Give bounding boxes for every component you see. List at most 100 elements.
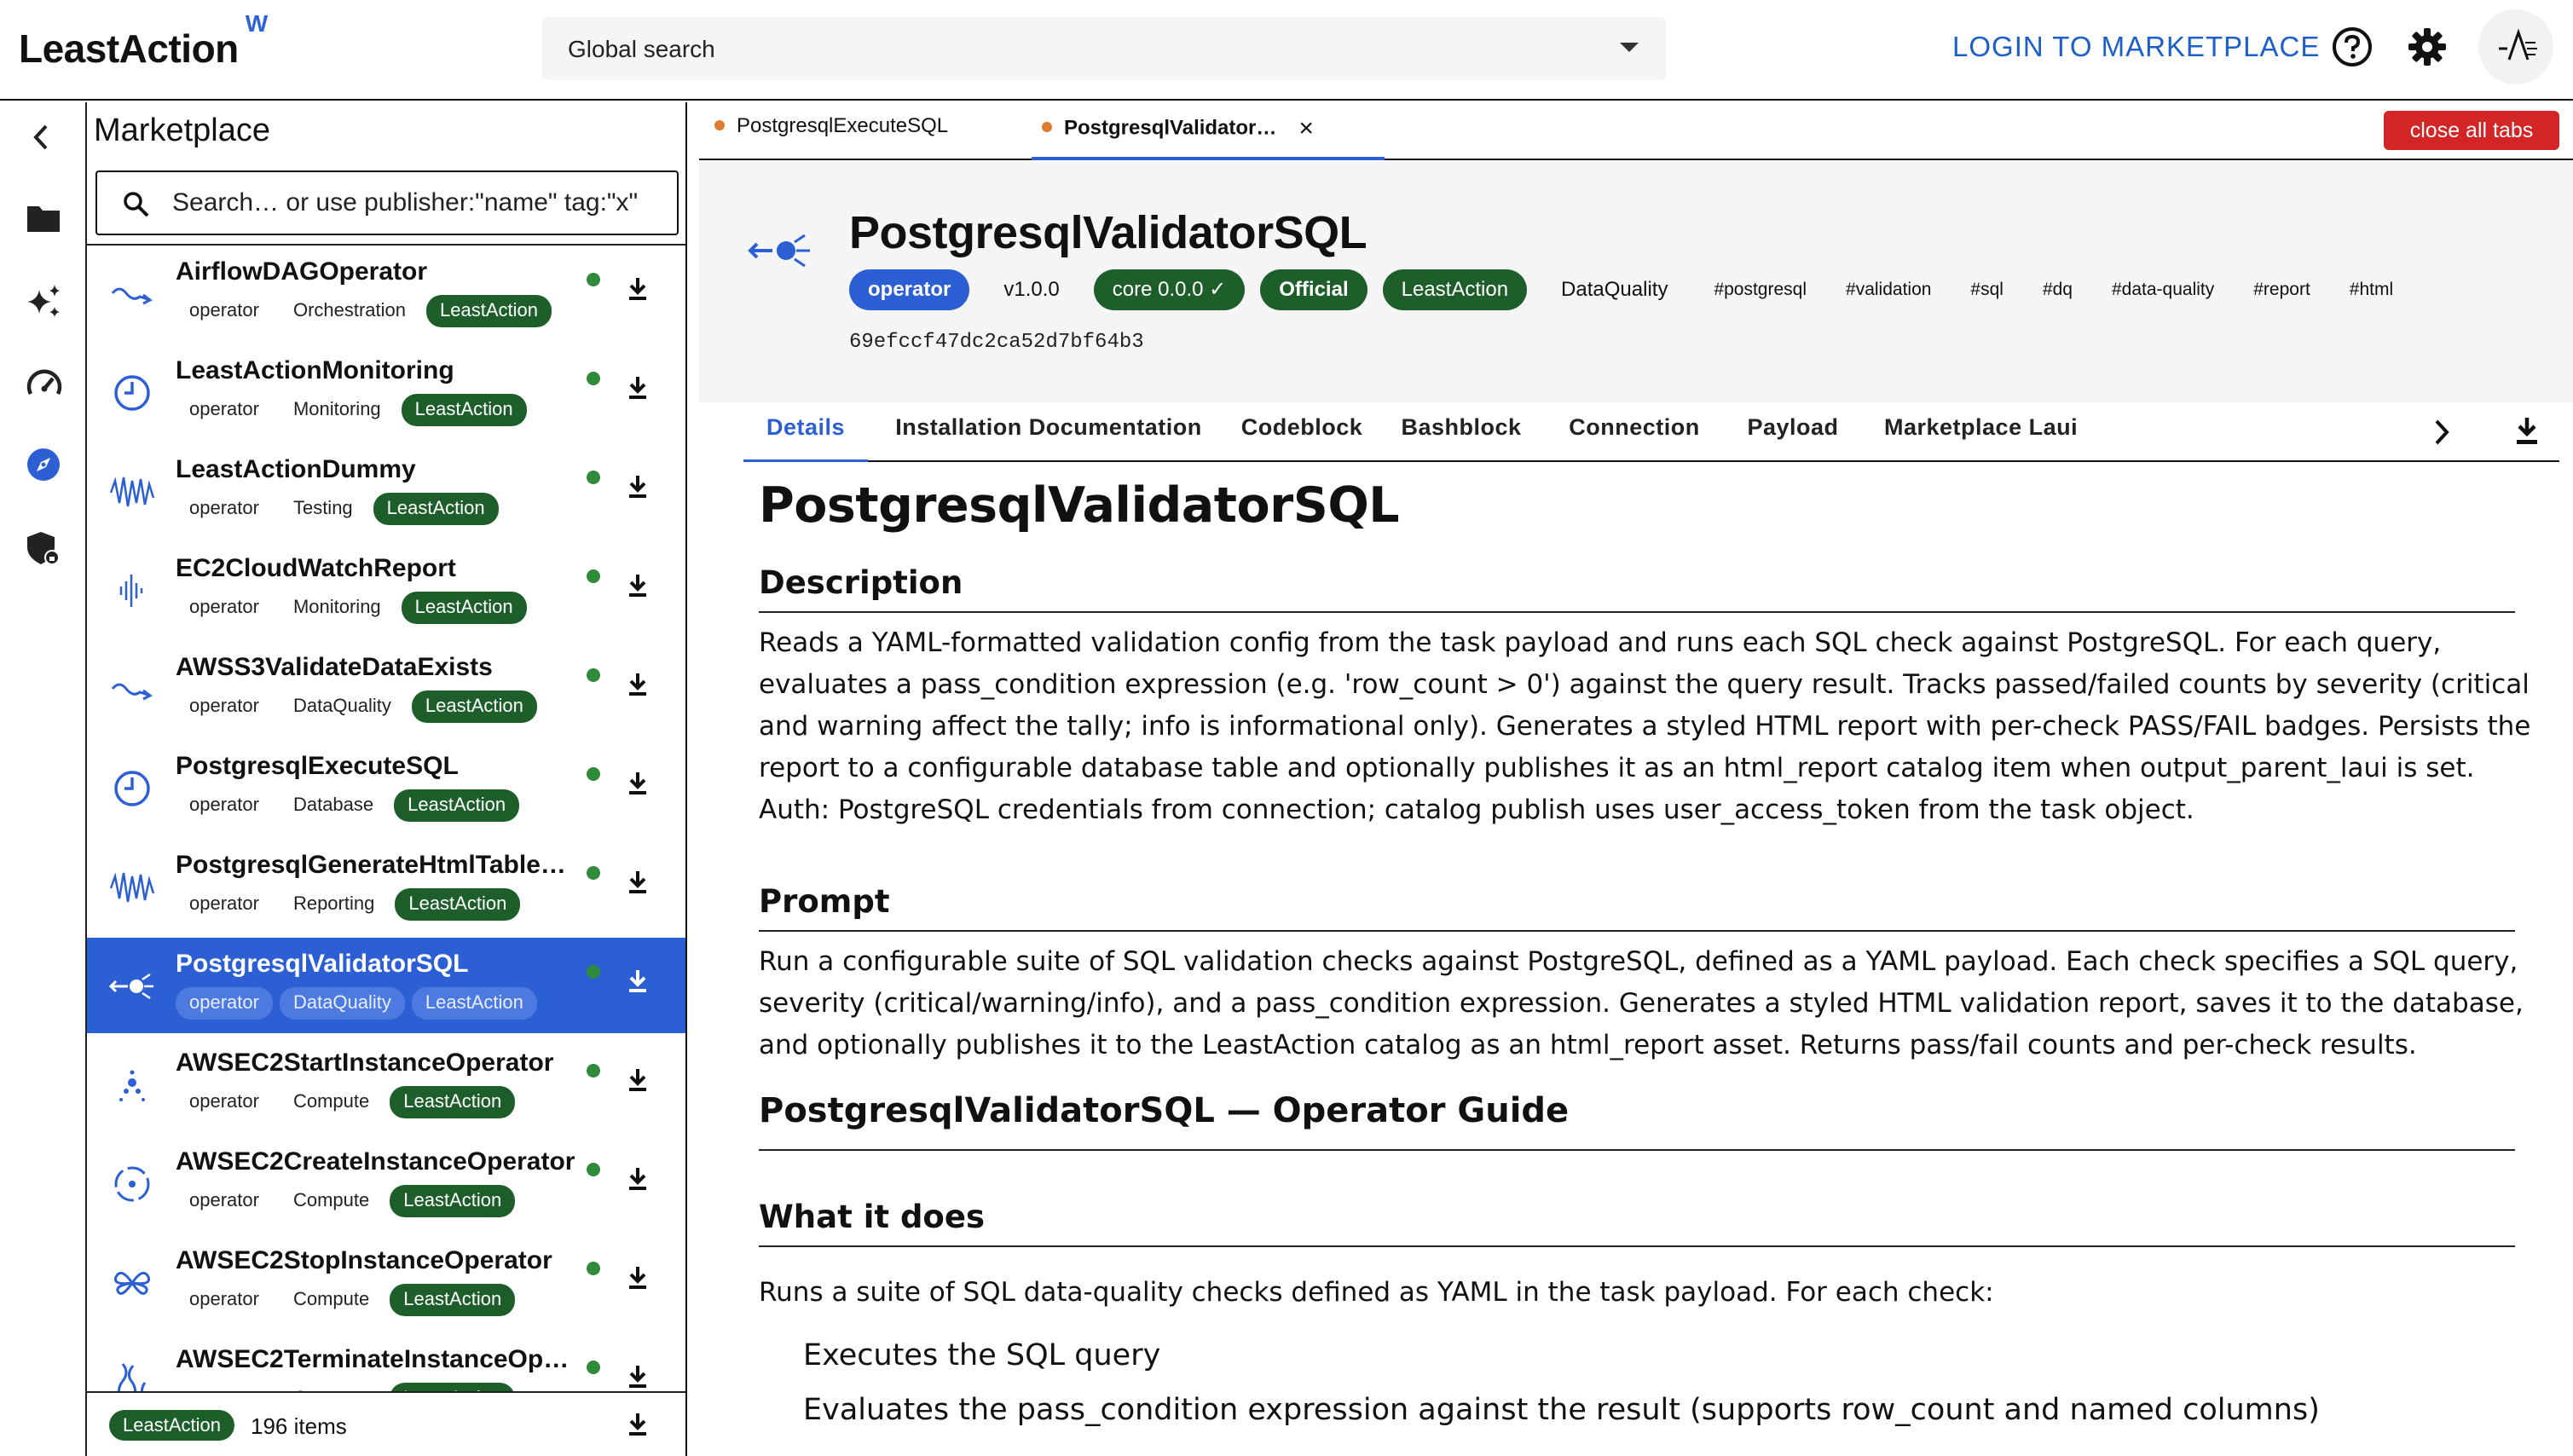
login-link[interactable]: LOGIN TO MARKETPLACE	[1952, 31, 2320, 63]
chevron-right-icon[interactable]	[2431, 418, 2452, 447]
item-category-tag[interactable]: Compute	[280, 1185, 383, 1217]
prompt-text: Run a configurable suite of SQL validati…	[759, 941, 2541, 1066]
list-item[interactable]: AirflowDAGOperator operator Orchestration L…	[87, 246, 685, 341]
item-publisher-tag[interactable]: LeastAction	[411, 987, 537, 1020]
sparkle-icon[interactable]	[26, 283, 63, 321]
item-category-tag[interactable]: Testing	[280, 493, 367, 525]
item-category-tag[interactable]: DataQuality	[279, 987, 405, 1020]
download-icon[interactable]	[627, 375, 648, 401]
list-item[interactable]: LeastActionDummy operator Testing LeastActi…	[87, 443, 685, 539]
speedometer-icon[interactable]	[26, 367, 63, 401]
tab-bashblock[interactable]: Bashblock	[1376, 414, 1547, 462]
download-icon[interactable]	[627, 1067, 648, 1093]
hashtag-badge[interactable]: #report	[2241, 269, 2322, 310]
list-item[interactable]: LeastActionMonitoring operator Monitoring L…	[87, 344, 685, 440]
main-panel: PostgresqlExecuteSQL PostgresqlValidator…	[699, 102, 2573, 1456]
tab-installation-documentation[interactable]: Installation Documentation	[870, 414, 1228, 462]
tab-codeblock[interactable]: Codeblock	[1229, 414, 1374, 462]
hashtag-badge[interactable]: #sql	[1958, 269, 2015, 310]
item-type-tag[interactable]: operator	[176, 789, 273, 822]
download-icon[interactable]	[627, 771, 648, 796]
help-icon[interactable]	[2331, 26, 2374, 68]
list-item[interactable]: EC2CloudWatchReport operator Monitoring Lea…	[87, 542, 685, 638]
download-icon[interactable]	[627, 474, 648, 500]
hashtag-badge[interactable]: #dq	[2031, 269, 2084, 310]
category-badge[interactable]: DataQuality	[1542, 269, 1686, 310]
list-item[interactable]: AWSEC2StartInstanceOperator operator Compu…	[87, 1037, 685, 1132]
item-type-tag[interactable]: operator	[176, 690, 273, 723]
item-category-tag[interactable]: Orchestration	[280, 295, 419, 327]
item-publisher-tag[interactable]: LeastAction	[411, 690, 537, 723]
global-search[interactable]: Global search	[542, 17, 1666, 80]
compass-icon[interactable]	[26, 447, 61, 482]
list-item[interactable]: AWSEC2CreateInstanceOperator operator Comp…	[87, 1135, 685, 1231]
list-item[interactable]: AWSS3ValidateDataExists operator DataQuali…	[87, 641, 685, 737]
download-icon[interactable]	[627, 870, 648, 895]
download-icon[interactable]	[627, 672, 648, 697]
item-type-tag[interactable]: operator	[176, 987, 273, 1020]
item-type-tag[interactable]: operator	[176, 1284, 273, 1316]
item-type-tag[interactable]: operator	[176, 1185, 273, 1217]
item-type-tag[interactable]: operator	[176, 295, 273, 327]
item-publisher-tag[interactable]: LeastAction	[390, 1185, 516, 1217]
item-type-tag[interactable]: operator	[176, 394, 273, 426]
hashtag-badge[interactable]: #postgresql	[1702, 269, 1818, 310]
download-icon[interactable]	[627, 968, 648, 994]
tab-details[interactable]: Details	[743, 414, 868, 462]
download-icon[interactable]	[2515, 416, 2539, 445]
item-category-tag[interactable]: Monitoring	[280, 394, 395, 426]
item-type-tag[interactable]: operator	[176, 888, 273, 921]
publisher-badge[interactable]: LeastAction	[1382, 269, 1528, 310]
item-publisher-tag[interactable]: LeastAction	[401, 592, 527, 624]
download-icon[interactable]	[627, 1166, 648, 1192]
tab-marketplace-laui[interactable]: Marketplace Laui	[1865, 414, 2087, 462]
marketplace-search-input[interactable]	[172, 184, 650, 222]
item-publisher-tag[interactable]: LeastAction	[390, 1086, 516, 1118]
hashtag-badge[interactable]: #data-quality	[2100, 269, 2226, 310]
download-icon[interactable]	[627, 1364, 648, 1390]
list-item[interactable]: PostgresqlGenerateHtmlTableReport operato…	[87, 839, 685, 934]
collapse-chevron-icon[interactable]	[29, 123, 53, 152]
item-name: AWSS3ValidateDataExists	[176, 653, 493, 681]
item-type-tag[interactable]: operator	[176, 493, 273, 525]
list-item[interactable]: PostgresqlValidatorSQL operator DataQualit…	[87, 938, 685, 1033]
hashtag-badge[interactable]: #validation	[1834, 269, 1943, 310]
text-line: and optionally publishes it to the Least…	[759, 1030, 2417, 1060]
marketplace-search[interactable]	[95, 170, 679, 235]
folder-icon[interactable]	[26, 203, 61, 234]
list-item[interactable]: PostgresqlExecuteSQL operator Database Leas…	[87, 740, 685, 835]
close-tab-icon[interactable]: ×	[1298, 114, 1314, 142]
app-logo[interactable]: LeastActionW	[19, 10, 268, 72]
hashtag-badge[interactable]: #html	[2338, 269, 2405, 310]
download-all-icon[interactable]	[627, 1412, 648, 1437]
download-icon[interactable]	[627, 1265, 648, 1291]
item-category-tag[interactable]: Reporting	[280, 888, 388, 921]
download-icon[interactable]	[627, 276, 648, 302]
download-icon[interactable]	[627, 573, 648, 598]
gear-icon[interactable]	[2406, 26, 2449, 68]
item-category-tag[interactable]: Compute	[280, 1086, 383, 1118]
user-avatar-icon[interactable]	[2478, 9, 2554, 85]
file-tab-postgresql-validator[interactable]: PostgresqlValidator… ×	[1032, 114, 1385, 160]
item-publisher-tag[interactable]: LeastAction	[401, 394, 527, 426]
item-type-tag[interactable]: operator	[176, 1086, 273, 1118]
file-tab-postgresql-execute[interactable]: PostgresqlExecuteSQL	[714, 114, 1011, 160]
item-publisher-tag[interactable]: LeastAction	[390, 1284, 516, 1316]
item-type-tag[interactable]: operator	[176, 592, 273, 624]
close-all-tabs-button[interactable]: close all tabs	[2384, 111, 2559, 150]
tab-payload[interactable]: Payload	[1722, 414, 1864, 462]
footer-publisher-badge[interactable]: LeastAction	[109, 1410, 234, 1441]
item-publisher-tag[interactable]: LeastAction	[394, 789, 520, 822]
item-category-tag[interactable]: Database	[280, 789, 387, 822]
item-category-tag[interactable]: DataQuality	[280, 690, 405, 723]
item-publisher-tag[interactable]: LeastAction	[426, 295, 552, 327]
item-category-tag[interactable]: Monitoring	[280, 592, 395, 624]
tab-connection[interactable]: Connection	[1548, 414, 1720, 462]
item-category-tag[interactable]: Compute	[280, 1284, 383, 1316]
type-badge[interactable]: operator	[849, 269, 970, 310]
chevron-down-icon[interactable]	[1618, 41, 1640, 55]
item-publisher-tag[interactable]: LeastAction	[373, 493, 499, 525]
item-publisher-tag[interactable]: LeastAction	[395, 888, 521, 921]
shield-lock-icon[interactable]	[26, 530, 61, 566]
list-item[interactable]: AWSEC2StopInstanceOperator operator Comput…	[87, 1234, 685, 1330]
